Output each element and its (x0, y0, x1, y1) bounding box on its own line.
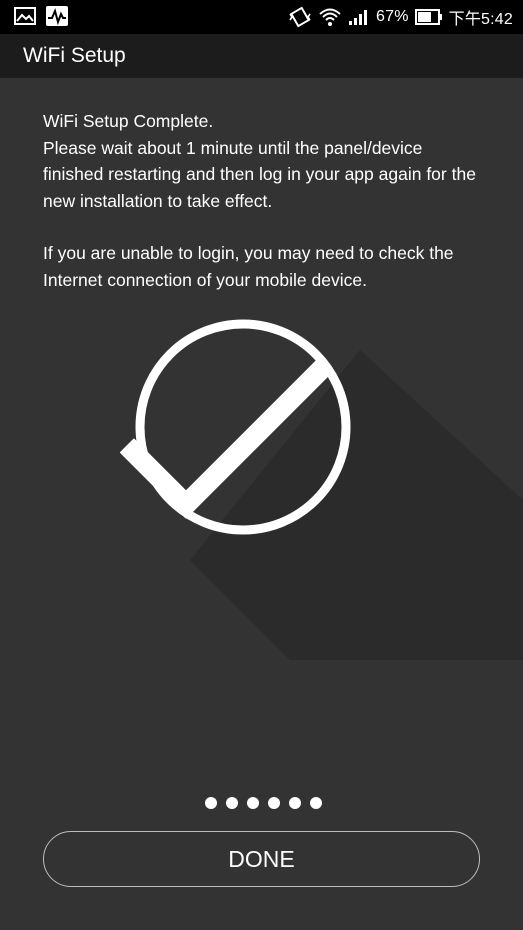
wifi-icon (318, 6, 342, 28)
page-indicator-dot (268, 797, 280, 809)
status-system-icons: 67% 下午5:42 (288, 0, 513, 34)
done-button[interactable]: DONE (43, 831, 480, 887)
app-bar: WiFi Setup (0, 34, 523, 78)
page-indicator-dot (247, 797, 259, 809)
signal-icon (348, 8, 370, 26)
page-indicator-dot (226, 797, 238, 809)
status-bar: 67% 下午5:42 (0, 0, 523, 34)
page-title: WiFi Setup (23, 44, 126, 67)
vibrate-icon (288, 6, 312, 28)
image-icon (14, 7, 36, 30)
status-notification-icons (14, 6, 68, 31)
battery-percentage: 67% (376, 8, 409, 25)
wifi-setup-complete-screen: 67% 下午5:42 WiFi Setup WiFi Setup Complet… (0, 0, 523, 930)
complete-heading: WiFi Setup Complete. (43, 111, 214, 131)
restart-instructions: Please wait about 1 minute until the pan… (43, 137, 476, 211)
page-indicator-dot (310, 797, 322, 809)
battery-icon (414, 8, 443, 26)
checkmark-circle-icon (0, 300, 523, 660)
status-clock: 下午5:42 (448, 11, 513, 28)
login-help-text: If you are unable to login, you may need… (43, 243, 454, 290)
page-indicator-dot (289, 797, 301, 809)
message-content: WiFi Setup Complete. Please wait about 1… (43, 108, 483, 293)
page-indicator-dot (205, 797, 217, 809)
page-indicator (0, 797, 523, 809)
activity-icon (46, 6, 68, 31)
